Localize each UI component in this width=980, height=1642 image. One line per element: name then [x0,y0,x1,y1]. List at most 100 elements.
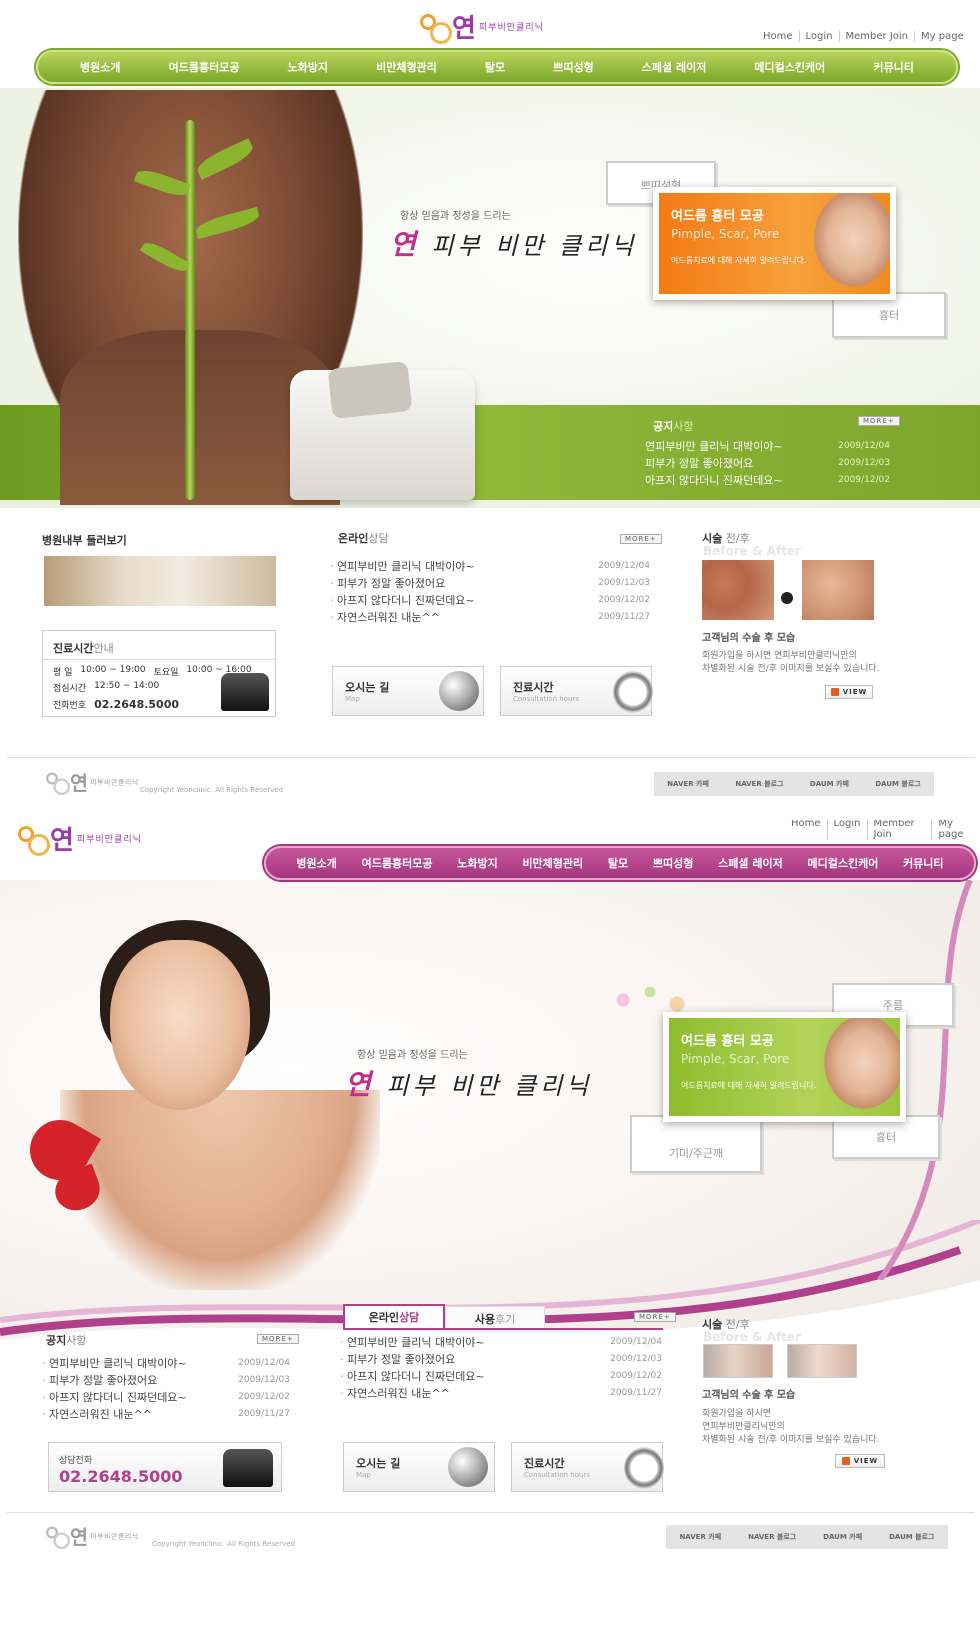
hours-button-sub: Consultation hours [524,1471,590,1479]
list-item[interactable]: 아프지 않다더니 진짜던데요~ 2009/12/02 [330,591,650,608]
nav-item-hairloss[interactable]: 탈모 [485,59,505,75]
nav-item-obesity[interactable]: 비만체형관리 [522,855,583,871]
footer-logo: 연 피부비만클리닉 [46,768,139,796]
promo-subtitle: Pimple, Scar, Pore [671,227,780,241]
consult-more-button[interactable]: MORE+ [620,534,662,544]
map-button-sub: Map [356,1471,371,1479]
before-image[interactable] [703,1344,773,1378]
page-magenta: 연 피부비만클리닉 Home Login Member Join My page… [0,820,980,1642]
notice-list: 연피부비만 클리닉 대박이야~ 2009/12/04 피부가 정말 좋아졌어요 20… [42,1354,290,1422]
view-button[interactable]: VIEW [835,1454,885,1468]
ba-desc-1: 회원가입을 하시면 연피부비만클리닉만의 [702,651,857,661]
promo-face-image [808,193,890,294]
list-item[interactable]: 자연스러워진 내눈^^ 2009/11/27 [330,608,650,625]
nav-item-petit[interactable]: 쁘띠성형 [653,855,693,871]
list-item[interactable]: 자연스러워진 내눈^^ 2009/11/27 [340,1384,662,1401]
promo-card[interactable]: 여드름 흉터 모공 Pimple, Scar, Pore 여드름치료에 대해 자… [663,1012,906,1122]
page-green: 연 피부비만클리닉 Home Login Member Join My page… [0,0,980,820]
globe-icon [448,1447,488,1487]
nav-item-about[interactable]: 병원소개 [80,59,120,75]
tab-review[interactable]: 사용 후기 [445,1306,545,1330]
nav-item-obesity[interactable]: 비만체형관리 [376,59,437,75]
list-item[interactable]: 자연스러워진 내눈^^ 2009/11/27 [42,1405,290,1422]
nav-item-laser[interactable]: 스페셜 레이저 [642,59,707,75]
list-item[interactable]: 연피부비만 클리닉 대박이야~ 2009/12/04 [645,437,890,454]
tab-consult[interactable]: 온라인 상담 [343,1304,445,1328]
list-item[interactable]: 연피부비만 클리닉 대박이야~ 2009/12/04 [340,1333,662,1350]
login-link[interactable]: Login [826,820,867,840]
nav-item-acne[interactable]: 여드름흉터모공 [169,59,240,75]
nav-item-skincare[interactable]: 메디컬스킨케어 [807,855,878,871]
consult-title: 온라인상담 [338,530,389,546]
nav-item-acne[interactable]: 여드름흉터모공 [362,855,433,871]
nav-item-community[interactable]: 커뮤니티 [873,59,913,75]
naver-cafe-link[interactable]: NAVER 카페 [667,779,709,789]
consult-item-title: 연피부비만 클리닉 대박이야~ [330,558,475,574]
mypage-link[interactable]: My page [931,820,980,840]
list-item[interactable]: 피부가 정말 좋아졌어요 2009/12/03 [42,1371,290,1388]
naver-blog-link[interactable]: NAVER 블로그 [735,779,783,789]
list-item[interactable]: 피부가 정말 좋아졌어요 2009/12/03 [330,574,650,591]
tag-freckle[interactable]: 기미/주근깨 [630,1115,762,1173]
list-item[interactable]: 연피부비만 클리닉 대박이야~ 2009/12/04 [330,557,650,574]
map-button-title: 오시는 길 [345,681,390,694]
consult-title-bold: 온라인 [338,532,369,545]
notice-more-button[interactable]: MORE+ [257,1334,299,1344]
after-image[interactable] [802,560,874,620]
ba-desc-2: 차별화된 시술 전/후 이미지를 보실수 있습니다. [702,664,880,674]
ba-caption: 고객님의 수술 후 모습 [702,633,796,644]
ba-title-en: Before & After [703,1330,801,1344]
view-button[interactable]: VIEW [825,685,873,699]
map-button[interactable]: 오시는 길 Map [332,666,484,716]
nav-item-community[interactable]: 커뮤니티 [903,855,943,871]
naver-cafe-link[interactable]: NAVER 카페 [679,1532,721,1542]
notice-item-date: 2009/12/03 [838,457,890,468]
slogan-mark: 연 [390,228,420,261]
consult-item-date: 2009/11/27 [598,611,650,622]
member-join-link[interactable]: Member Join [838,31,915,42]
site-logo[interactable]: 연 피부비만클리닉 [420,8,544,45]
list-item[interactable]: 아프지 않다더니 진짜던데요~ 2009/12/02 [645,471,890,488]
map-button[interactable]: 오시는 길 Map [343,1442,495,1492]
hours-button[interactable]: 진료시간 Consultation hours [500,666,653,716]
list-item[interactable]: 피부가 정말 좋아졌어요 2009/12/03 [645,454,890,471]
member-join-link[interactable]: Member Join [866,820,932,840]
ba-title-en: Before & After [703,544,801,558]
mypage-link[interactable]: My page [914,31,970,42]
main-nav: 병원소개 여드름흉터모공 노화방지 비만체형관리 탈모 쁘띠성형 스페셜 레이저… [264,846,976,880]
daum-blog-link[interactable]: DAUM 블로그 [875,779,920,789]
nav-item-petit[interactable]: 쁘띠성형 [553,59,593,75]
home-link[interactable]: Home [785,820,827,840]
naver-blog-link[interactable]: NAVER 블로그 [748,1532,796,1542]
before-image[interactable] [702,560,774,620]
daum-blog-link[interactable]: DAUM 블로그 [889,1532,934,1542]
daum-cafe-link[interactable]: DAUM 카페 [810,779,849,789]
list-item[interactable]: 아프지 않다더니 진짜던데요~ 2009/12/02 [42,1388,290,1405]
footer-divider [7,1512,975,1513]
nav-item-laser[interactable]: 스페셜 레이저 [718,855,783,871]
notice-item-title: 연피부비만 클리닉 대박이야~ [645,439,783,453]
after-image[interactable] [787,1344,857,1378]
nav-item-skincare[interactable]: 메디컬스킨케어 [754,59,825,75]
notice-more-button[interactable]: MORE+ [858,416,900,426]
notice-list: 연피부비만 클리닉 대박이야~ 2009/12/04 피부가 정말 좋아졌어요 20… [645,437,890,488]
ba-desc-2: 연피부비만클리닉만의 [702,1422,785,1432]
login-link[interactable]: Login [798,31,839,42]
list-item[interactable]: 연피부비만 클리닉 대박이야~ 2009/12/04 [42,1354,290,1371]
site-logo[interactable]: 연 피부비만클리닉 [18,820,142,857]
home-link[interactable]: Home [757,31,799,42]
list-item[interactable]: 피부가 정말 좋아졌어요 2009/12/03 [340,1350,662,1367]
hours-button[interactable]: 진료시간 Consultation hours [511,1442,664,1492]
nav-item-antiaging[interactable]: 노화방지 [288,59,328,75]
nav-item-hairloss[interactable]: 탈모 [608,855,628,871]
promo-card[interactable]: 여드름 흉터 모공 Pimple, Scar, Pore 여드름치료에 대해 자… [653,187,896,300]
consult-more-button[interactable]: MORE+ [634,1312,676,1322]
nav-item-antiaging[interactable]: 노화방지 [457,855,497,871]
promo-inner: 여드름 흉터 모공 Pimple, Scar, Pore 여드름치료에 대해 자… [669,1018,900,1116]
consult-phone-box[interactable]: 상담전화 02.2648.5000 [48,1442,282,1492]
daum-cafe-link[interactable]: DAUM 카페 [823,1532,862,1542]
nav-item-about[interactable]: 병원소개 [296,855,336,871]
list-item[interactable]: 아프지 않다더니 진짜던데요~ 2009/12/02 [340,1367,662,1384]
notice-item-title: 자연스러워진 내눈^^ [42,1406,152,1422]
tour-image[interactable] [44,556,276,606]
